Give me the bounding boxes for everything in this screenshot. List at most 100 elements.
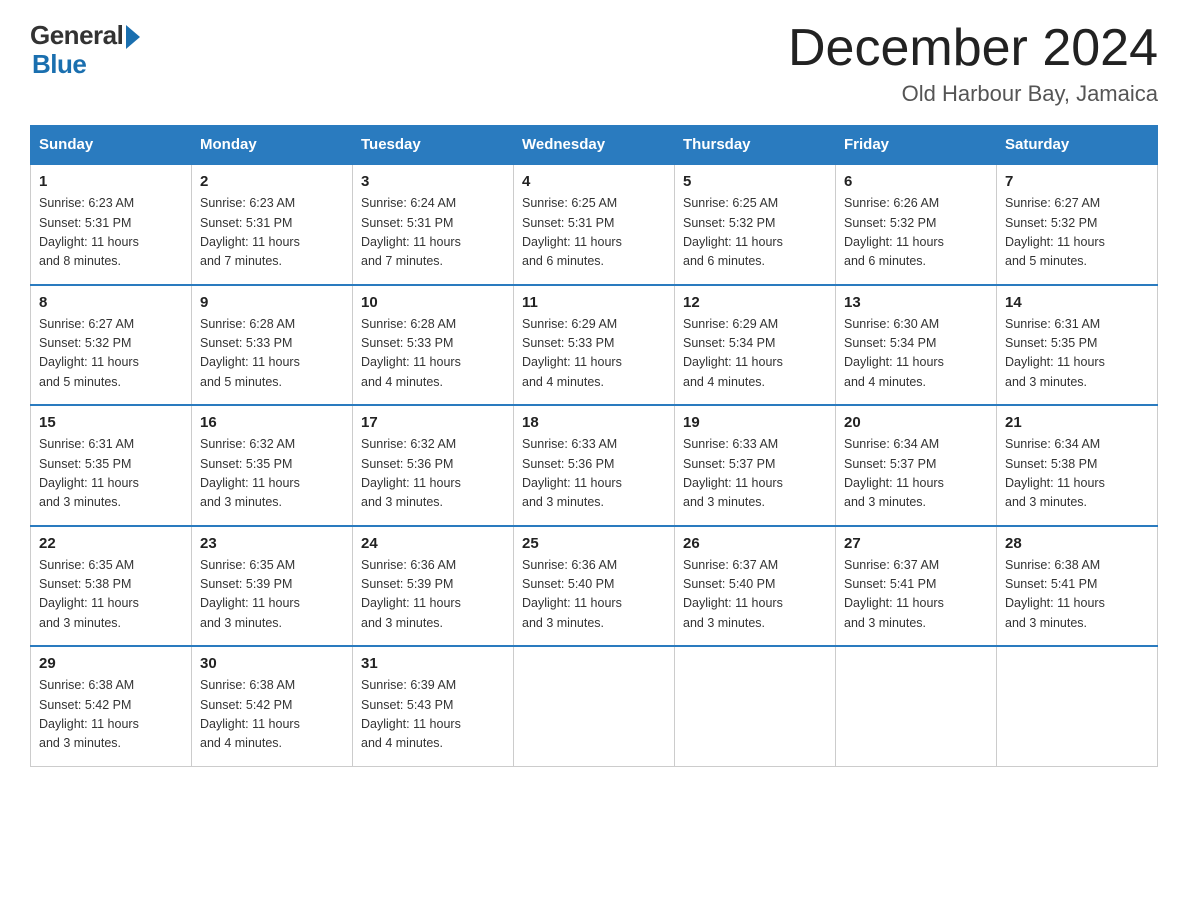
page-header: General Blue December 2024 Old Harbour B… (30, 20, 1158, 107)
day-number: 16 (200, 414, 344, 431)
day-info: Sunrise: 6:36 AM Sunset: 5:40 PM Dayligh… (522, 556, 666, 634)
day-number: 28 (1005, 535, 1149, 552)
calendar-cell: 6 Sunrise: 6:26 AM Sunset: 5:32 PM Dayli… (836, 164, 997, 285)
day-number: 27 (844, 535, 988, 552)
day-number: 14 (1005, 294, 1149, 311)
day-info: Sunrise: 6:32 AM Sunset: 5:36 PM Dayligh… (361, 435, 505, 513)
logo-arrow-icon (126, 25, 140, 49)
day-info: Sunrise: 6:28 AM Sunset: 5:33 PM Dayligh… (361, 315, 505, 393)
day-number: 8 (39, 294, 183, 311)
day-number: 19 (683, 414, 827, 431)
day-info: Sunrise: 6:23 AM Sunset: 5:31 PM Dayligh… (200, 194, 344, 272)
calendar-title: December 2024 (788, 20, 1158, 77)
calendar-cell: 14 Sunrise: 6:31 AM Sunset: 5:35 PM Dayl… (997, 285, 1158, 406)
day-number: 2 (200, 173, 344, 190)
day-info: Sunrise: 6:34 AM Sunset: 5:38 PM Dayligh… (1005, 435, 1149, 513)
day-info: Sunrise: 6:25 AM Sunset: 5:32 PM Dayligh… (683, 194, 827, 272)
calendar-cell (514, 646, 675, 766)
day-info: Sunrise: 6:32 AM Sunset: 5:35 PM Dayligh… (200, 435, 344, 513)
day-info: Sunrise: 6:30 AM Sunset: 5:34 PM Dayligh… (844, 315, 988, 393)
day-info: Sunrise: 6:27 AM Sunset: 5:32 PM Dayligh… (39, 315, 183, 393)
day-number: 31 (361, 655, 505, 672)
calendar-cell: 26 Sunrise: 6:37 AM Sunset: 5:40 PM Dayl… (675, 526, 836, 647)
day-info: Sunrise: 6:25 AM Sunset: 5:31 PM Dayligh… (522, 194, 666, 272)
day-info: Sunrise: 6:27 AM Sunset: 5:32 PM Dayligh… (1005, 194, 1149, 272)
calendar-cell: 15 Sunrise: 6:31 AM Sunset: 5:35 PM Dayl… (31, 405, 192, 526)
calendar-cell: 31 Sunrise: 6:39 AM Sunset: 5:43 PM Dayl… (353, 646, 514, 766)
calendar-cell: 4 Sunrise: 6:25 AM Sunset: 5:31 PM Dayli… (514, 164, 675, 285)
calendar-cell (836, 646, 997, 766)
column-header-tuesday: Tuesday (353, 126, 514, 165)
calendar-cell: 19 Sunrise: 6:33 AM Sunset: 5:37 PM Dayl… (675, 405, 836, 526)
calendar-cell: 5 Sunrise: 6:25 AM Sunset: 5:32 PM Dayli… (675, 164, 836, 285)
day-info: Sunrise: 6:26 AM Sunset: 5:32 PM Dayligh… (844, 194, 988, 272)
calendar-cell: 30 Sunrise: 6:38 AM Sunset: 5:42 PM Dayl… (192, 646, 353, 766)
calendar-cell: 8 Sunrise: 6:27 AM Sunset: 5:32 PM Dayli… (31, 285, 192, 406)
day-number: 11 (522, 294, 666, 311)
day-info: Sunrise: 6:31 AM Sunset: 5:35 PM Dayligh… (39, 435, 183, 513)
day-info: Sunrise: 6:33 AM Sunset: 5:37 PM Dayligh… (683, 435, 827, 513)
calendar-header-row: SundayMondayTuesdayWednesdayThursdayFrid… (31, 126, 1158, 165)
column-header-thursday: Thursday (675, 126, 836, 165)
calendar-cell: 22 Sunrise: 6:35 AM Sunset: 5:38 PM Dayl… (31, 526, 192, 647)
calendar-cell: 18 Sunrise: 6:33 AM Sunset: 5:36 PM Dayl… (514, 405, 675, 526)
calendar-cell: 7 Sunrise: 6:27 AM Sunset: 5:32 PM Dayli… (997, 164, 1158, 285)
day-number: 22 (39, 535, 183, 552)
column-header-monday: Monday (192, 126, 353, 165)
day-number: 21 (1005, 414, 1149, 431)
day-number: 7 (1005, 173, 1149, 190)
calendar-cell: 25 Sunrise: 6:36 AM Sunset: 5:40 PM Dayl… (514, 526, 675, 647)
day-info: Sunrise: 6:38 AM Sunset: 5:42 PM Dayligh… (200, 676, 344, 754)
calendar-cell: 23 Sunrise: 6:35 AM Sunset: 5:39 PM Dayl… (192, 526, 353, 647)
calendar-cell: 27 Sunrise: 6:37 AM Sunset: 5:41 PM Dayl… (836, 526, 997, 647)
calendar-cell: 9 Sunrise: 6:28 AM Sunset: 5:33 PM Dayli… (192, 285, 353, 406)
calendar-cell: 13 Sunrise: 6:30 AM Sunset: 5:34 PM Dayl… (836, 285, 997, 406)
day-number: 25 (522, 535, 666, 552)
day-info: Sunrise: 6:38 AM Sunset: 5:41 PM Dayligh… (1005, 556, 1149, 634)
calendar-cell: 29 Sunrise: 6:38 AM Sunset: 5:42 PM Dayl… (31, 646, 192, 766)
day-info: Sunrise: 6:35 AM Sunset: 5:38 PM Dayligh… (39, 556, 183, 634)
title-block: December 2024 Old Harbour Bay, Jamaica (788, 20, 1158, 107)
day-info: Sunrise: 6:31 AM Sunset: 5:35 PM Dayligh… (1005, 315, 1149, 393)
calendar-cell (997, 646, 1158, 766)
day-number: 18 (522, 414, 666, 431)
calendar-cell: 12 Sunrise: 6:29 AM Sunset: 5:34 PM Dayl… (675, 285, 836, 406)
day-info: Sunrise: 6:23 AM Sunset: 5:31 PM Dayligh… (39, 194, 183, 272)
day-info: Sunrise: 6:36 AM Sunset: 5:39 PM Dayligh… (361, 556, 505, 634)
column-header-friday: Friday (836, 126, 997, 165)
logo-blue-text: Blue (32, 49, 86, 80)
day-number: 17 (361, 414, 505, 431)
day-info: Sunrise: 6:37 AM Sunset: 5:40 PM Dayligh… (683, 556, 827, 634)
day-number: 3 (361, 173, 505, 190)
day-info: Sunrise: 6:29 AM Sunset: 5:33 PM Dayligh… (522, 315, 666, 393)
calendar-cell: 2 Sunrise: 6:23 AM Sunset: 5:31 PM Dayli… (192, 164, 353, 285)
day-number: 30 (200, 655, 344, 672)
calendar-cell: 16 Sunrise: 6:32 AM Sunset: 5:35 PM Dayl… (192, 405, 353, 526)
day-number: 29 (39, 655, 183, 672)
calendar-week-row: 29 Sunrise: 6:38 AM Sunset: 5:42 PM Dayl… (31, 646, 1158, 766)
column-header-sunday: Sunday (31, 126, 192, 165)
calendar-table: SundayMondayTuesdayWednesdayThursdayFrid… (30, 125, 1158, 767)
calendar-cell: 1 Sunrise: 6:23 AM Sunset: 5:31 PM Dayli… (31, 164, 192, 285)
calendar-subtitle: Old Harbour Bay, Jamaica (788, 81, 1158, 107)
day-info: Sunrise: 6:33 AM Sunset: 5:36 PM Dayligh… (522, 435, 666, 513)
calendar-cell: 17 Sunrise: 6:32 AM Sunset: 5:36 PM Dayl… (353, 405, 514, 526)
day-number: 4 (522, 173, 666, 190)
calendar-cell: 11 Sunrise: 6:29 AM Sunset: 5:33 PM Dayl… (514, 285, 675, 406)
day-number: 10 (361, 294, 505, 311)
calendar-week-row: 1 Sunrise: 6:23 AM Sunset: 5:31 PM Dayli… (31, 164, 1158, 285)
day-number: 5 (683, 173, 827, 190)
logo: General Blue (30, 20, 140, 80)
day-number: 26 (683, 535, 827, 552)
day-info: Sunrise: 6:37 AM Sunset: 5:41 PM Dayligh… (844, 556, 988, 634)
calendar-cell: 28 Sunrise: 6:38 AM Sunset: 5:41 PM Dayl… (997, 526, 1158, 647)
day-info: Sunrise: 6:28 AM Sunset: 5:33 PM Dayligh… (200, 315, 344, 393)
day-number: 13 (844, 294, 988, 311)
column-header-wednesday: Wednesday (514, 126, 675, 165)
calendar-cell: 3 Sunrise: 6:24 AM Sunset: 5:31 PM Dayli… (353, 164, 514, 285)
day-number: 9 (200, 294, 344, 311)
day-number: 12 (683, 294, 827, 311)
day-info: Sunrise: 6:24 AM Sunset: 5:31 PM Dayligh… (361, 194, 505, 272)
calendar-cell: 24 Sunrise: 6:36 AM Sunset: 5:39 PM Dayl… (353, 526, 514, 647)
logo-general-text: General (30, 20, 123, 51)
